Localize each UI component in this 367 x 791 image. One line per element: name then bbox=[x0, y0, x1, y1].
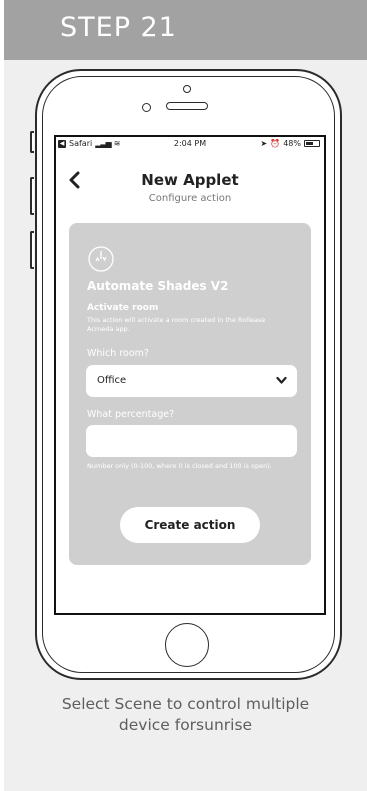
percentage-field-label: What percentage? bbox=[87, 409, 175, 420]
create-action-button[interactable]: Create action bbox=[120, 507, 260, 543]
caption-line-1: Select Scene to control multiple bbox=[61, 695, 310, 713]
step-header: STEP 21 bbox=[4, 0, 367, 60]
speaker-grille bbox=[166, 102, 208, 110]
sensor-icon bbox=[142, 103, 151, 112]
service-name: Automate Shades V2 bbox=[87, 279, 229, 293]
phone-frame: ◀ Safari ▂▃▅ ≋ 2:04 PM ➤ ⏰ 48% New Apple… bbox=[30, 69, 342, 680]
action-config-card: Automate Shades V2 Activate room This ac… bbox=[69, 223, 311, 565]
camera-icon bbox=[183, 85, 191, 93]
home-button[interactable] bbox=[165, 623, 209, 667]
status-bar-right: ➤ ⏰ 48% bbox=[261, 139, 320, 148]
room-select[interactable]: Office bbox=[86, 365, 297, 397]
action-description: This action will activate a room created… bbox=[87, 316, 266, 333]
action-name: Activate room bbox=[87, 303, 159, 313]
volume-up-button bbox=[30, 177, 34, 215]
room-selected-value: Office bbox=[97, 375, 127, 386]
percentage-input[interactable] bbox=[86, 425, 297, 457]
battery-icon bbox=[304, 140, 320, 147]
caption-line-2: device forsunrise bbox=[118, 716, 253, 734]
step-title: STEP 21 bbox=[60, 12, 177, 43]
phone-screen: ◀ Safari ▂▃▅ ≋ 2:04 PM ➤ ⏰ 48% New Apple… bbox=[54, 135, 326, 615]
step-caption: Select Scene to control multiple device … bbox=[4, 694, 367, 736]
percentage-hint: Number only (0-100, where 0 is closed an… bbox=[87, 462, 272, 470]
page-title: New Applet bbox=[141, 171, 239, 189]
alarm-icon: ⏰ bbox=[270, 139, 281, 148]
status-bar: ◀ Safari ▂▃▅ ≋ 2:04 PM ➤ ⏰ 48% bbox=[56, 137, 324, 151]
page-subtitle: Configure action bbox=[148, 193, 232, 204]
shades-service-icon bbox=[88, 246, 114, 272]
mute-switch bbox=[30, 131, 34, 153]
battery-percentage: 48% bbox=[283, 139, 301, 148]
room-field-label: Which room? bbox=[87, 348, 149, 359]
location-icon: ➤ bbox=[260, 139, 268, 148]
instruction-page: STEP 21 ◀ Safari ▂▃▅ ≋ 2:04 PM ➤ ⏰ 48% N… bbox=[4, 0, 367, 791]
chevron-down-icon bbox=[276, 376, 287, 384]
volume-down-button bbox=[30, 231, 34, 269]
